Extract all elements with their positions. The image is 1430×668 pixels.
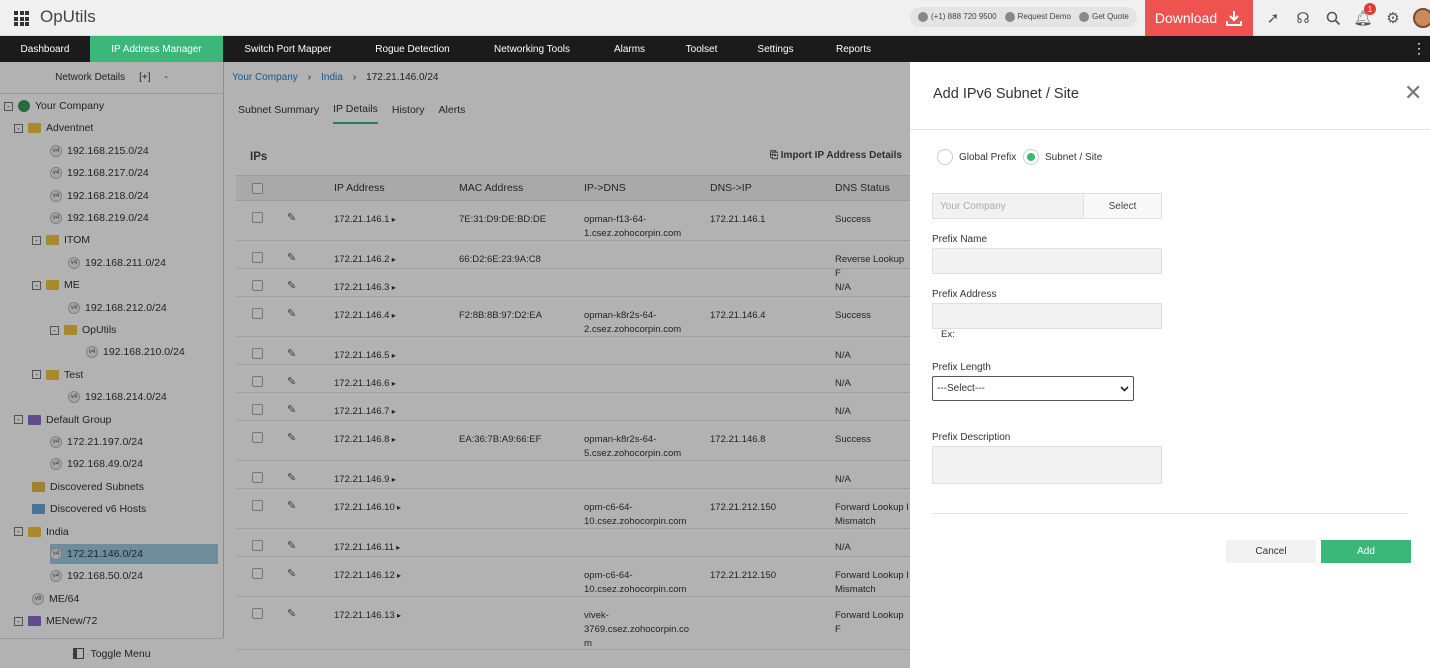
request-demo-label: Request Demo bbox=[1017, 12, 1071, 22]
radio-subnet-site[interactable]: Subnet / Site bbox=[1023, 149, 1102, 165]
top-icons: ➚ ☊ 🔔︎ 1 ⚙ bbox=[1258, 0, 1430, 36]
gear-icon[interactable]: ⚙ bbox=[1378, 0, 1408, 36]
prefix-length-label: Prefix Length bbox=[932, 362, 991, 373]
parent-group-field: Your Company Select bbox=[932, 193, 1162, 219]
nav-dashboard[interactable]: Dashboard bbox=[0, 36, 90, 62]
radio-subnet-label: Subnet / Site bbox=[1045, 151, 1103, 163]
phone-number: (+1) 888 720 9500 bbox=[931, 12, 997, 22]
prefix-description-input[interactable] bbox=[932, 446, 1162, 484]
prefix-length-value: ---Select--- bbox=[937, 383, 985, 394]
nav-alarms[interactable]: Alarms bbox=[592, 36, 667, 62]
radio-global-circle bbox=[937, 149, 953, 165]
prefix-length-select[interactable]: ---Select--- bbox=[932, 376, 1134, 401]
panel-divider bbox=[910, 129, 1430, 130]
nav-reports[interactable]: Reports bbox=[815, 36, 892, 62]
contact-bar: (+1) 888 720 9500 Request Demo Get Quote bbox=[910, 7, 1137, 27]
phone-icon bbox=[918, 12, 928, 22]
cancel-button[interactable]: Cancel bbox=[1226, 540, 1316, 563]
download-icon bbox=[1226, 11, 1243, 26]
demo-icon bbox=[1004, 12, 1015, 22]
prefix-address-label: Prefix Address bbox=[932, 289, 997, 300]
phone-link[interactable]: (+1) 888 720 9500 bbox=[918, 12, 997, 22]
user-avatar[interactable] bbox=[1408, 0, 1430, 36]
radio-subnet-circle bbox=[1023, 149, 1039, 165]
avatar bbox=[1413, 8, 1430, 28]
nav-rogue-detection[interactable]: Rogue Detection bbox=[353, 36, 472, 62]
app-grid-icon[interactable] bbox=[14, 11, 29, 26]
quote-icon bbox=[1078, 12, 1089, 22]
radio-global-label: Global Prefix bbox=[959, 151, 1017, 163]
nav-networking-tools[interactable]: Networking Tools bbox=[472, 36, 592, 62]
radio-global-prefix[interactable]: Global Prefix bbox=[937, 149, 1016, 165]
select-parent-button[interactable]: Select bbox=[1083, 194, 1161, 218]
panel-title: Add IPv6 Subnet / Site bbox=[933, 86, 1079, 102]
download-label: Download bbox=[1154, 10, 1218, 26]
prefix-address-input[interactable] bbox=[932, 303, 1162, 329]
app-logo: OpUtils bbox=[40, 7, 96, 26]
prefix-description-label: Prefix Description bbox=[932, 432, 1011, 443]
rocket-icon[interactable]: ➚ bbox=[1258, 0, 1288, 36]
add-ipv6-subnet-panel: Add IPv6 Subnet / Site ✕ Global Prefix S… bbox=[910, 62, 1430, 668]
prefix-address-example: Ex: bbox=[941, 329, 955, 340]
prefix-name-label: Prefix Name bbox=[932, 234, 988, 245]
notification-badge: 1 bbox=[1364, 3, 1376, 15]
nav-toolset[interactable]: Toolset bbox=[667, 36, 736, 62]
add-button[interactable]: Add bbox=[1321, 540, 1411, 563]
get-quote-label: Get Quote bbox=[1091, 12, 1129, 22]
more-vertical-icon[interactable]: ⋮ bbox=[1412, 41, 1426, 55]
download-button[interactable]: Download bbox=[1145, 0, 1253, 36]
get-quote-link[interactable]: Get Quote bbox=[1078, 12, 1129, 22]
request-demo-link[interactable]: Request Demo bbox=[1004, 12, 1071, 22]
bell-icon[interactable]: 🔔︎ 1 bbox=[1348, 0, 1378, 36]
top-bar: OpUtils (+1) 888 720 9500 Request Demo G… bbox=[0, 0, 1430, 36]
main-nav: Dashboard IP Address Manager Switch Port M… bbox=[0, 36, 1430, 62]
prefix-name-input[interactable] bbox=[932, 248, 1162, 274]
headset-icon[interactable]: ☊ bbox=[1288, 0, 1318, 36]
nav-switch-port-mapper[interactable]: Switch Port Mapper bbox=[223, 36, 353, 62]
close-icon[interactable]: ✕ bbox=[1404, 82, 1422, 104]
parent-group-input[interactable]: Your Company bbox=[933, 194, 1083, 218]
nav-ip-address-manager[interactable]: IP Address Manager bbox=[90, 36, 223, 62]
search-icon[interactable] bbox=[1318, 0, 1348, 36]
nav-settings[interactable]: Settings bbox=[736, 36, 815, 62]
panel-footer-divider bbox=[932, 513, 1408, 514]
chevron-down-icon bbox=[1120, 385, 1129, 392]
modal-overlay[interactable] bbox=[0, 62, 910, 668]
search-glyph bbox=[1326, 11, 1340, 25]
